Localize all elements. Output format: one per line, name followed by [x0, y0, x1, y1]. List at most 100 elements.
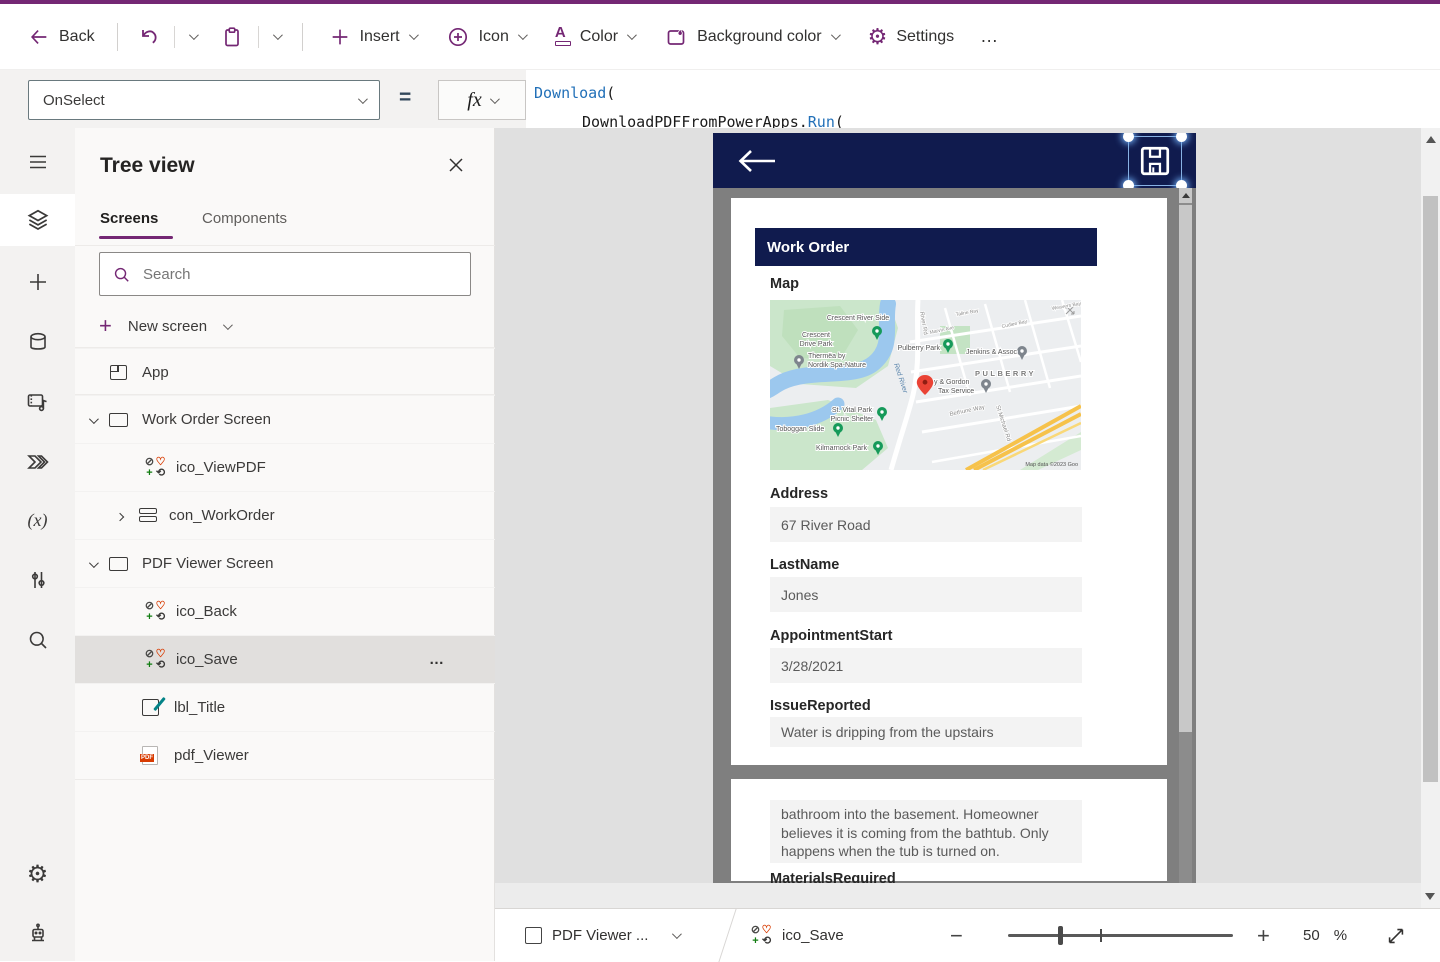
close-panel-button[interactable] [447, 156, 467, 176]
pdf-page-1: Work Order Map [731, 198, 1167, 765]
separator [174, 26, 175, 48]
insert-label: Insert [360, 28, 400, 46]
new-screen-label: New screen [128, 318, 207, 335]
screen-selector[interactable]: PDF Viewer ... [525, 909, 679, 962]
search-rail-item[interactable] [0, 616, 75, 664]
variables-icon: (x) [28, 510, 48, 531]
undo-icon [136, 25, 160, 49]
equals-sign: = [399, 86, 411, 110]
pdf-scroll-thumb[interactable] [1179, 205, 1192, 732]
chevron-right-icon[interactable] [117, 507, 123, 525]
background-color-button[interactable]: Background color [664, 25, 838, 49]
tree-item-pdf-viewer-screen[interactable]: PDF Viewer Screen [75, 539, 495, 587]
field-label: AppointmentStart [770, 628, 892, 644]
virtual-agent-rail-item[interactable] [0, 910, 75, 958]
tree-item-work-order-screen[interactable]: Work Order Screen [75, 395, 495, 443]
tree-item-con-workorder[interactable]: con_WorkOrder [75, 491, 495, 539]
chevron-down-icon [223, 320, 233, 330]
ellipsis-icon: … [980, 26, 1000, 47]
canvas-horizontal-scrollbar[interactable] [495, 883, 1421, 908]
screen-icon [109, 413, 128, 427]
insert-rail-item[interactable] [0, 258, 75, 306]
chevron-down-icon [189, 30, 199, 40]
power-automate-rail-item[interactable] [0, 438, 75, 486]
zoom-slider[interactable] [1008, 934, 1233, 937]
field-value: 67 River Road [770, 507, 1082, 542]
save-floppy-icon[interactable] [1138, 144, 1172, 178]
undo-menu-chevron[interactable] [189, 33, 196, 40]
scroll-down-icon[interactable] [1425, 893, 1435, 900]
zoom-out-button[interactable]: − [950, 909, 963, 962]
tree-item-ico-back[interactable]: ⊘♡+⟲ ico_Back [75, 587, 495, 635]
tree-item-lbl-title[interactable]: lbl_Title [75, 683, 495, 731]
field-label: IssueReported [770, 698, 871, 714]
field-value-continued: bathroom into the basement. Homeowner be… [770, 800, 1082, 863]
chevron-down-icon[interactable] [89, 555, 96, 573]
zoom-slider-thumb[interactable] [1058, 926, 1063, 945]
selected-control-indicator[interactable]: ⊘♡+⟲ ico_Save [750, 909, 844, 962]
svg-text:Nordik Spa-Nature: Nordik Spa-Nature [808, 362, 866, 369]
icon-menu-button[interactable]: Icon [446, 25, 525, 49]
expand-icon [1385, 925, 1407, 947]
pdf-scrollbar[interactable] [1179, 188, 1192, 883]
media-rail-item[interactable] [0, 378, 75, 426]
fit-to-window-button[interactable] [1385, 909, 1407, 962]
more-commands-button[interactable]: … [980, 26, 1000, 47]
tree-view-panel: Tree view Screens Components + New scree… [75, 128, 495, 961]
search-input[interactable] [141, 265, 431, 284]
insert-button[interactable]: Insert [329, 26, 416, 48]
settings-button[interactable]: ⚙ Settings [868, 26, 955, 48]
gear-icon: ⚙ [27, 860, 49, 889]
fx-icon: fx [467, 89, 481, 112]
tree-item-ico-save[interactable]: ⊘♡+⟲ ico_Save … [75, 635, 495, 683]
item-more-button[interactable]: … [429, 651, 447, 668]
chevron-down-icon[interactable] [89, 411, 96, 429]
field-value: 3/28/2021 [770, 648, 1082, 683]
canvas-area: Work Order Map [495, 128, 1440, 908]
back-button[interactable]: Back [28, 26, 95, 48]
save-control-selection[interactable] [1128, 136, 1182, 186]
formula-editor[interactable]: Download( DownloadPDFFromPowerApps.Run( [526, 70, 1440, 128]
advanced-tools-rail-item[interactable] [0, 556, 75, 604]
plus-icon [329, 26, 351, 48]
canvas-vertical-scrollbar[interactable] [1421, 128, 1440, 908]
zoom-in-button[interactable]: + [1257, 909, 1270, 962]
tree-item-ico-viewpdf[interactable]: ⊘♡+⟲ ico_ViewPDF [75, 443, 495, 491]
clipboard-icon [220, 25, 244, 49]
command-bar: Back Insert Icon A Color Background colo… [0, 4, 1440, 70]
new-screen-button[interactable]: + New screen [99, 304, 230, 348]
tree-item-pdf-viewer[interactable]: PDF pdf_Viewer [75, 731, 495, 779]
scroll-thumb[interactable] [1423, 196, 1438, 782]
formula-flow-name: DownloadPDFFromPowerApps. [582, 113, 808, 128]
gear-icon: ⚙ [868, 26, 888, 48]
settings-label: Settings [896, 28, 954, 46]
property-selector[interactable]: OnSelect [28, 80, 380, 120]
scroll-up-icon[interactable] [1426, 136, 1436, 143]
settings-rail-item[interactable]: ⚙ [0, 850, 75, 898]
hamburger-menu-icon[interactable] [0, 138, 75, 186]
tab-components[interactable]: Components [202, 210, 287, 227]
divider [75, 245, 495, 246]
svg-text:Kilmarnock Park: Kilmarnock Park [816, 445, 867, 452]
app-authoring-rail: (x) ⚙ [0, 128, 75, 961]
selection-handle[interactable] [1176, 133, 1187, 142]
zoom-level: 50 % [1303, 909, 1347, 962]
svg-text:Thermëa by: Thermëa by [808, 353, 846, 360]
back-arrow-control[interactable] [737, 148, 777, 174]
undo-button[interactable] [136, 25, 160, 49]
data-rail-item[interactable] [0, 318, 75, 366]
paste-button[interactable] [220, 25, 244, 49]
selection-handle[interactable] [1123, 133, 1134, 142]
svg-text:y & Gordon: y & Gordon [934, 379, 970, 386]
variables-rail-item[interactable]: (x) [0, 496, 75, 544]
tree-view-rail-item[interactable] [0, 194, 75, 246]
tab-screens[interactable]: Screens [100, 210, 158, 227]
svg-text:Toboggan Slide: Toboggan Slide [776, 426, 824, 433]
paste-menu-chevron[interactable] [273, 33, 280, 40]
formula-function: Download [534, 84, 606, 102]
zoom-unit: % [1334, 927, 1347, 944]
color-button[interactable]: A Color [555, 27, 634, 46]
pdf-scroll-up-button[interactable] [1179, 188, 1192, 203]
fx-button[interactable]: fx [438, 80, 526, 120]
tree-item-app[interactable]: App [75, 348, 495, 396]
